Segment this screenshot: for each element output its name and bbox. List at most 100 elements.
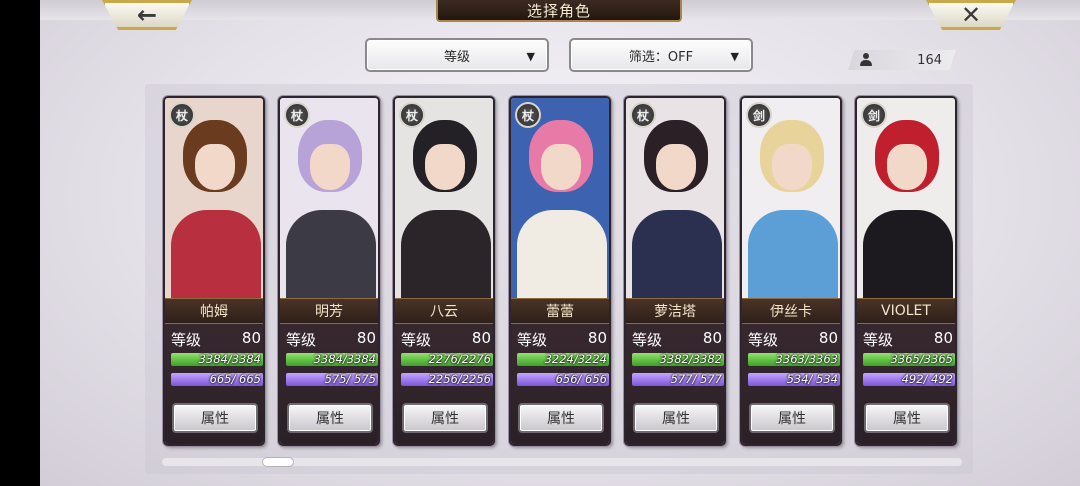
roster-scroll-thumb[interactable] [262,457,294,467]
character-portrait [280,98,378,298]
character-count-value: 164 [917,52,942,68]
back-button[interactable]: ← [102,0,192,30]
character-card[interactable]: 杖 明芳 等级 80 3384/3384 575/ 575 属性 [278,96,380,446]
sp-bar: 534/ 534 [748,373,840,386]
level-label: 等级 [863,331,894,349]
attributes-button[interactable]: 属性 [172,403,258,433]
level-label: 等级 [401,331,432,349]
character-name: 帕姆 [165,298,263,324]
character-info: 萝洁塔 等级 80 3382/3382 577/ 577 属性 [626,298,724,444]
sp-bar: 492/ 492 [863,373,955,386]
portrait-face [887,144,927,190]
character-portrait [511,98,609,298]
character-portrait [626,98,724,298]
portrait-face [656,144,696,190]
attributes-button[interactable]: 属性 [633,403,719,433]
hp-bar: 3384/3384 [171,353,263,366]
portrait-face [425,144,465,190]
sp-bar: 665/ 665 [171,373,263,386]
character-info: 伊丝卡 等级 80 3363/3363 534/ 534 属性 [742,298,840,444]
level-row: 等级 80 [748,329,838,349]
portrait-outfit [863,210,953,298]
filter-dropdown-label: 筛选：OFF [628,49,694,65]
sp-bar: 577/ 577 [632,373,724,386]
page-title: 选择角色 [436,0,682,22]
class-icon: 杖 [399,102,425,128]
character-card[interactable]: 剑 伊丝卡 等级 80 3363/3363 534/ 534 属性 [740,96,842,446]
class-icon: 杖 [169,102,195,128]
sp-bar: 575/ 575 [286,373,378,386]
character-portrait [165,98,263,298]
hp-bar: 3365/3365 [863,353,955,366]
attributes-button[interactable]: 属性 [518,403,604,433]
character-portrait [395,98,493,298]
class-icon: 杖 [284,102,310,128]
character-info: 八云 等级 80 2276/2276 2256/2256 属性 [395,298,493,444]
portrait-face [541,144,581,190]
character-card[interactable]: 杖 萝洁塔 等级 80 3382/3382 577/ 577 属性 [624,96,726,446]
portrait-outfit [632,210,722,298]
level-label: 等级 [632,331,663,349]
character-info: 帕姆 等级 80 3384/3384 665/ 665 属性 [165,298,263,444]
portrait-face [772,144,812,190]
character-card[interactable]: 杖 蕾蕾 等级 80 3224/3224 656/ 656 属性 [509,96,611,446]
class-icon: 杖 [515,102,541,128]
character-name: 八云 [395,298,493,324]
level-label: 等级 [517,331,548,349]
portrait-outfit [171,210,261,298]
character-portrait [857,98,955,298]
level-value: 80 [587,329,607,347]
sort-dropdown-label: 等级 [443,49,470,65]
filter-dropdown[interactable]: 筛选：OFF ▼ [569,38,753,72]
person-icon [860,53,872,67]
character-info: VIOLET 等级 80 3365/3365 492/ 492 属性 [857,298,955,444]
game-screen: ← 选择角色 ✕ 等级 ▼ 筛选：OFF ▼ 164 杖 帕姆 等级 80 33… [40,0,1080,486]
attributes-button[interactable]: 属性 [864,403,950,433]
hp-bar: 3384/3384 [286,353,378,366]
level-row: 等级 80 [517,329,607,349]
level-label: 等级 [748,331,779,349]
attributes-button[interactable]: 属性 [749,403,835,433]
level-row: 等级 80 [863,329,953,349]
attributes-button[interactable]: 属性 [287,403,373,433]
portrait-outfit [517,210,607,298]
level-row: 等级 80 [632,329,722,349]
back-arrow-icon: ← [136,1,158,29]
character-name: 蕾蕾 [511,298,609,324]
portrait-face [310,144,350,190]
level-value: 80 [241,329,261,347]
level-value: 80 [933,329,953,347]
level-label: 等级 [171,331,202,349]
character-info: 蕾蕾 等级 80 3224/3224 656/ 656 属性 [511,298,609,444]
portrait-outfit [748,210,838,298]
close-button[interactable]: ✕ [926,0,1016,30]
level-value: 80 [818,329,838,347]
level-value: 80 [471,329,491,347]
character-card[interactable]: 杖 八云 等级 80 2276/2276 2256/2256 属性 [393,96,495,446]
attributes-button[interactable]: 属性 [402,403,488,433]
level-row: 等级 80 [401,329,491,349]
sort-dropdown[interactable]: 等级 ▼ [365,38,549,72]
character-name: VIOLET [857,298,955,324]
level-label: 等级 [286,331,317,349]
class-icon: 剑 [746,102,772,128]
class-icon: 杖 [630,102,656,128]
level-row: 等级 80 [171,329,261,349]
hp-bar: 3224/3224 [517,353,609,366]
sp-bar: 2256/2256 [401,373,493,386]
portrait-outfit [401,210,491,298]
character-portrait [742,98,840,298]
hp-bar: 3382/3382 [632,353,724,366]
character-info: 明芳 等级 80 3384/3384 575/ 575 属性 [280,298,378,444]
character-name: 萝洁塔 [626,298,724,324]
character-name: 明芳 [280,298,378,324]
character-count: 164 [848,50,956,70]
level-value: 80 [356,329,376,347]
character-roster: 杖 帕姆 等级 80 3384/3384 665/ 665 属性 杖 明芳 等级… [145,84,973,474]
character-card[interactable]: 剑 VIOLET 等级 80 3365/3365 492/ 492 属性 [855,96,957,446]
level-value: 80 [702,329,722,347]
character-card[interactable]: 杖 帕姆 等级 80 3384/3384 665/ 665 属性 [163,96,265,446]
portrait-face [195,144,235,190]
chevron-down-icon: ▼ [526,50,535,63]
close-icon: ✕ [960,1,982,29]
